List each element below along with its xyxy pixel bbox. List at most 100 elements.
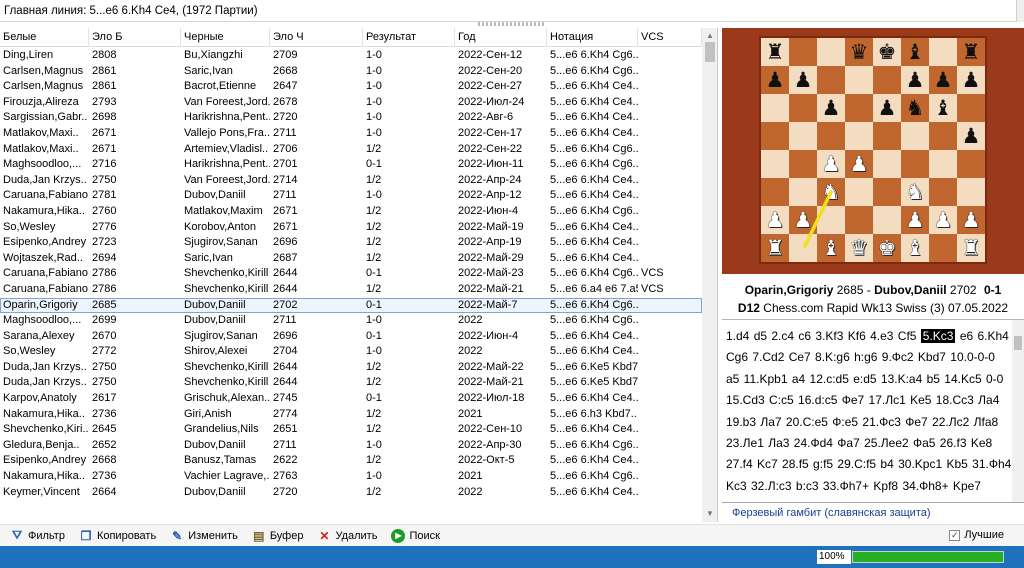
- table-row[interactable]: Nakamura,Hika.. 2760 Matlakov,Maxim 2671 1/2…: [0, 204, 702, 220]
- splitter-grip[interactable]: [478, 22, 544, 26]
- board-square[interactable]: ♝: [901, 38, 929, 66]
- best-checkbox[interactable]: ✓ Лучшие: [949, 529, 1004, 541]
- notation-before[interactable]: 1.d4 d5 2.c4 c6 3.Kf3 Kf6 4.e3 Cf5: [726, 329, 921, 343]
- white-piece-icon[interactable]: ♝: [906, 237, 925, 259]
- column-header[interactable]: Нотация: [547, 28, 638, 47]
- table-row[interactable]: Nakamura,Hika.. 2736 Vachier Lagrave,.. 276…: [0, 469, 702, 485]
- buffer-button[interactable]: ▤ Буфер: [252, 526, 303, 546]
- board-square[interactable]: [845, 94, 873, 122]
- board-square[interactable]: [873, 150, 901, 178]
- table-row[interactable]: Oparin,Grigoriy 2685 Dubov,Daniil 2702 0-1 20…: [0, 297, 702, 314]
- table-row[interactable]: Matlakov,Maxi.. 2671 Vallejo Pons,Fra.. 271…: [0, 126, 702, 142]
- board-square[interactable]: ♜: [761, 234, 789, 262]
- table-row[interactable]: Sargissian,Gabr.. 2698 Harikrishna,Pent.. 2…: [0, 110, 702, 126]
- board-square[interactable]: [845, 66, 873, 94]
- board-square[interactable]: [761, 94, 789, 122]
- table-row[interactable]: Duda,Jan Krzys.. 2750 Shevchenko,Kirill 264…: [0, 375, 702, 391]
- black-piece-icon[interactable]: ♜: [962, 41, 981, 63]
- checkbox-check-icon[interactable]: ✓: [949, 529, 961, 541]
- table-row[interactable]: Karpov,Anatoly 2617 Grischuk,Alexan.. 2745 0…: [0, 391, 702, 407]
- white-piece-icon[interactable]: ♝: [822, 237, 841, 259]
- table-row[interactable]: Shevchenko,Kiri.. 2645 Grandelius,Nils 2651…: [0, 422, 702, 438]
- edit-button[interactable]: ✎ Изменить: [170, 526, 238, 546]
- board-square[interactable]: ♟: [901, 206, 929, 234]
- table-row[interactable]: So,Wesley 2772 Shirov,Alexei 2704 1-0 2022 5..…: [0, 344, 702, 360]
- white-piece-icon[interactable]: ♟: [962, 209, 981, 231]
- board-square[interactable]: [789, 122, 817, 150]
- white-piece-icon[interactable]: ♛: [850, 237, 869, 259]
- black-piece-icon[interactable]: ♟: [934, 69, 953, 91]
- table-row[interactable]: Carlsen,Magnus 2861 Bacrot,Etienne 2647 1-0 2…: [0, 79, 702, 95]
- column-header[interactable]: Результат: [363, 28, 455, 47]
- notation-after[interactable]: e6 6.Kh4 Cg6 7.Cd2 Ce7 8.K:g6 h:g6 9.Фc2…: [726, 329, 1011, 502]
- filter-button[interactable]: ⛛ Фильтр: [10, 526, 65, 546]
- board-square[interactable]: ♟: [761, 206, 789, 234]
- search-button[interactable]: ▶ Поиск: [391, 526, 440, 546]
- vertical-scrollbar[interactable]: ▲ ▼: [702, 28, 717, 522]
- black-piece-icon[interactable]: ♝: [906, 41, 925, 63]
- white-piece-icon[interactable]: ♟: [906, 209, 925, 231]
- table-row[interactable]: Caruana,Fabiano 2786 Shevchenko,Kirill 2644…: [0, 266, 702, 282]
- delete-button[interactable]: ✕ Удалить: [317, 526, 377, 546]
- notation-scroll-thumb[interactable]: [1014, 336, 1022, 350]
- black-piece-icon[interactable]: ♟: [962, 125, 981, 147]
- scroll-thumb[interactable]: [705, 42, 715, 62]
- column-header[interactable]: Белые: [0, 28, 89, 47]
- board-square[interactable]: ♟: [929, 66, 957, 94]
- table-row[interactable]: Gledura,Benja.. 2652 Dubov,Daniil 2711 1-0 20…: [0, 438, 702, 454]
- table-row[interactable]: Carlsen,Magnus 2861 Saric,Ivan 2668 1-0 2022-…: [0, 64, 702, 80]
- column-header[interactable]: Эло Б: [89, 28, 181, 47]
- current-move[interactable]: 5.Kc3: [920, 329, 956, 343]
- white-piece-icon[interactable]: ♟: [766, 209, 785, 231]
- board-square[interactable]: ♛: [845, 234, 873, 262]
- board-square[interactable]: ♚: [873, 38, 901, 66]
- copy-button[interactable]: ❐ Копировать: [79, 526, 157, 546]
- board-square[interactable]: ♟: [789, 66, 817, 94]
- table-row[interactable]: Keymer,Vincent 2664 Dubov,Daniil 2720 1/2 202…: [0, 485, 702, 501]
- board-square[interactable]: [789, 234, 817, 262]
- black-piece-icon[interactable]: ♚: [878, 41, 897, 63]
- table-row[interactable]: Maghsoodloo,... 2699 Dubov,Daniil 2711 1-0 20…: [0, 313, 702, 329]
- board-square[interactable]: ♜: [957, 234, 985, 262]
- board-square[interactable]: ♟: [901, 66, 929, 94]
- black-piece-icon[interactable]: ♛: [850, 41, 869, 63]
- board-square[interactable]: ♝: [929, 94, 957, 122]
- board-square[interactable]: [817, 206, 845, 234]
- board-square[interactable]: [929, 122, 957, 150]
- board-square[interactable]: [817, 66, 845, 94]
- black-piece-icon[interactable]: ♟: [906, 69, 925, 91]
- board-square[interactable]: [873, 122, 901, 150]
- table-row[interactable]: Firouzja,Alireza 2793 Van Foreest,Jord.. 26…: [0, 95, 702, 111]
- board-square[interactable]: ♟: [761, 66, 789, 94]
- white-piece-icon[interactable]: ♟: [934, 209, 953, 231]
- board-square[interactable]: ♞: [817, 178, 845, 206]
- board-square[interactable]: ♞: [901, 94, 929, 122]
- table-row[interactable]: Nakamura,Hika.. 2736 Giri,Anish 2774 1/2 2021…: [0, 407, 702, 423]
- table-row[interactable]: Duda,Jan Krzys.. 2750 Shevchenko,Kirill 264…: [0, 360, 702, 376]
- board-square[interactable]: [929, 150, 957, 178]
- board-square[interactable]: ♟: [817, 150, 845, 178]
- board-square[interactable]: [957, 150, 985, 178]
- board-square[interactable]: [873, 178, 901, 206]
- board-square[interactable]: [845, 206, 873, 234]
- board-square[interactable]: ♟: [929, 206, 957, 234]
- board-square[interactable]: [873, 66, 901, 94]
- table-row[interactable]: Esipenko,Andrey 2723 Sjugirov,Sanan 2696 1/2…: [0, 235, 702, 251]
- board-square[interactable]: ♝: [817, 234, 845, 262]
- board-square[interactable]: [957, 94, 985, 122]
- board-square[interactable]: [761, 178, 789, 206]
- table-row[interactable]: So,Wesley 2776 Korobov,Anton 2671 1/2 2022-Ма…: [0, 220, 702, 236]
- white-piece-icon[interactable]: ♟: [850, 153, 869, 175]
- board-square[interactable]: [789, 94, 817, 122]
- notation-scrollbar[interactable]: [1012, 320, 1024, 502]
- board-square[interactable]: [817, 122, 845, 150]
- table-row[interactable]: Ding,Liren 2808 Bu,Xiangzhi 2709 1-0 2022-Сен…: [0, 48, 702, 64]
- board-square[interactable]: ♟: [957, 66, 985, 94]
- black-piece-icon[interactable]: ♞: [906, 97, 925, 119]
- white-piece-icon[interactable]: ♜: [766, 237, 785, 259]
- board-square[interactable]: ♞: [901, 178, 929, 206]
- white-piece-icon[interactable]: ♞: [906, 181, 925, 203]
- column-header[interactable]: Год: [455, 28, 547, 47]
- board-square[interactable]: [929, 178, 957, 206]
- board-square[interactable]: [789, 38, 817, 66]
